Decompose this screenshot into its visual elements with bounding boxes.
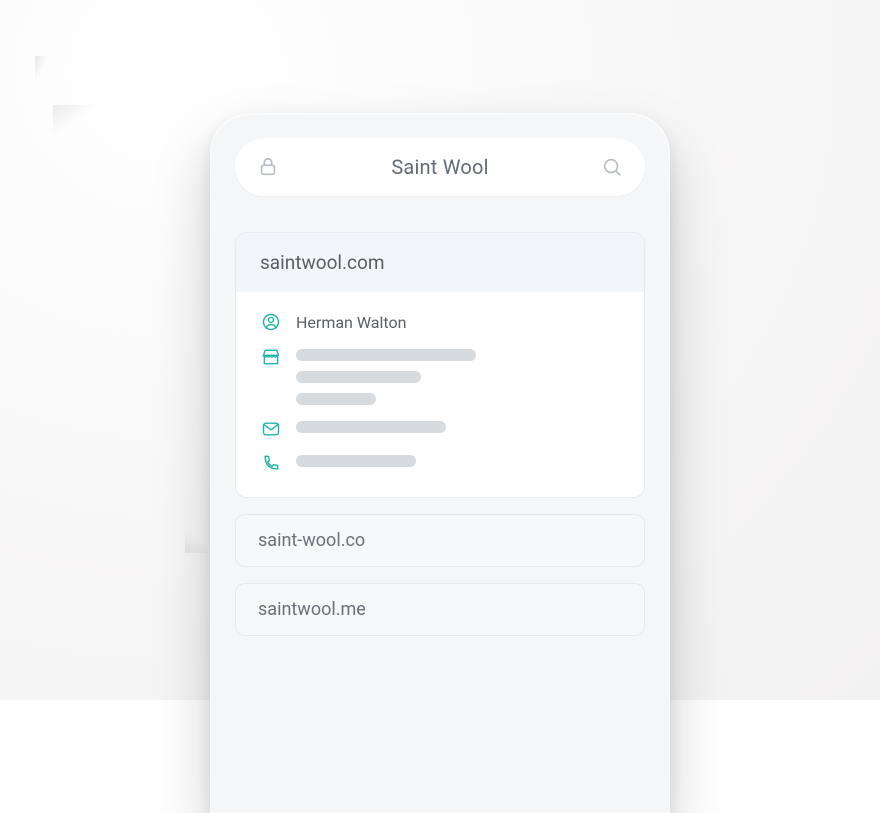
search-title: Saint Wool bbox=[293, 155, 587, 179]
owner-row: Herman Walton bbox=[260, 312, 620, 333]
mail-icon bbox=[260, 419, 282, 439]
phone-placeholder bbox=[296, 453, 416, 467]
lock-icon bbox=[257, 156, 279, 178]
domain-card-header[interactable]: saintwool.com bbox=[236, 233, 644, 292]
email-row bbox=[260, 419, 620, 439]
alternate-domain-item[interactable]: saintwool.me bbox=[235, 583, 645, 636]
domain-card: saintwool.com Herman Walton bbox=[235, 232, 645, 498]
user-icon bbox=[260, 312, 282, 332]
phone-icon bbox=[260, 453, 282, 473]
alternate-domain-label: saint-wool.co bbox=[258, 530, 365, 551]
phone-row bbox=[260, 453, 620, 473]
owner-name: Herman Walton bbox=[296, 312, 406, 333]
search-icon[interactable] bbox=[601, 156, 623, 178]
domain-name: saintwool.com bbox=[260, 251, 385, 274]
store-icon bbox=[260, 347, 282, 367]
address-row bbox=[260, 347, 620, 405]
alternate-domain-label: saintwool.me bbox=[258, 599, 366, 620]
search-bar[interactable]: Saint Wool bbox=[235, 138, 645, 196]
email-placeholder bbox=[296, 419, 446, 433]
address-placeholder bbox=[296, 347, 476, 405]
alternate-domain-item[interactable]: saint-wool.co bbox=[235, 514, 645, 567]
domain-card-body: Herman Walton bbox=[236, 292, 644, 497]
device-frame: Saint Wool saintwool.com Herman Walton bbox=[210, 113, 670, 813]
